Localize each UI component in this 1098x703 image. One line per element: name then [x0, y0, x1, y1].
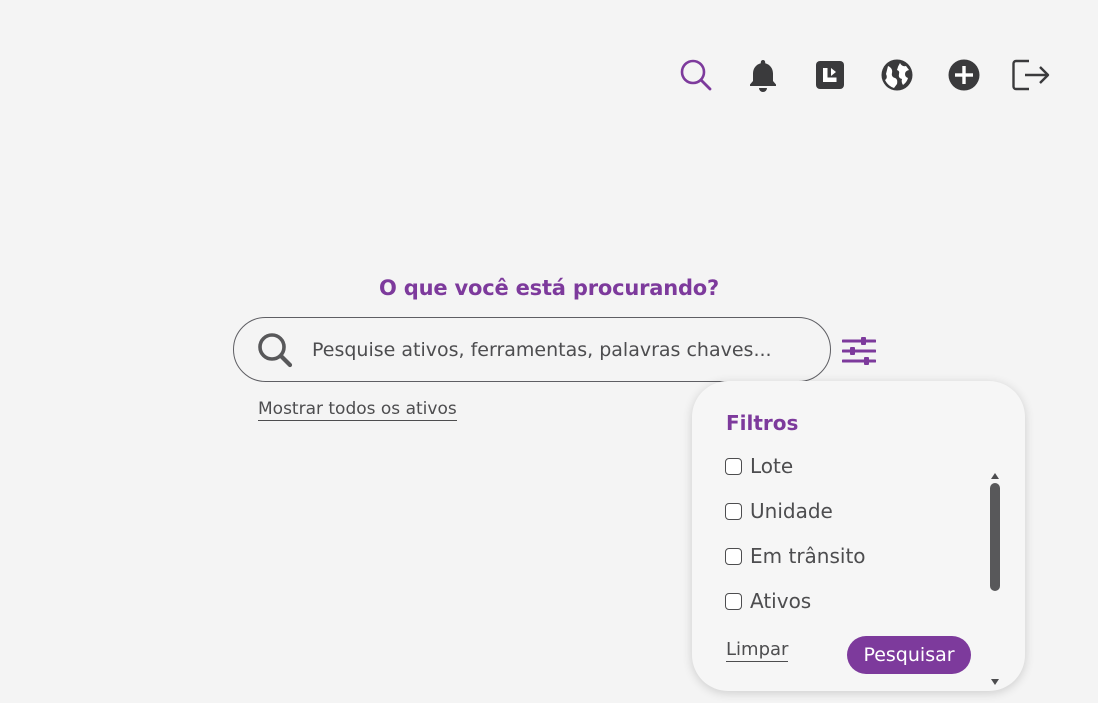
filters-panel: Filtros Lote Unidade Em trânsito Ativos … [692, 381, 1025, 691]
filter-option-lote[interactable]: Lote [725, 454, 793, 478]
checkbox[interactable] [725, 592, 742, 610]
scrollbar-thumb[interactable] [990, 483, 1000, 591]
page-heading: O que você está procurando? [378, 276, 719, 300]
search-icon [256, 331, 294, 369]
search-input[interactable] [310, 337, 794, 362]
filter-option-label: Lote [750, 454, 794, 478]
filter-option-label: Unidade [750, 499, 833, 523]
logout-icon[interactable] [1012, 56, 1050, 94]
search-icon[interactable] [677, 56, 715, 94]
checkbox[interactable] [725, 547, 742, 565]
bell-icon[interactable] [744, 56, 782, 94]
top-toolbar [677, 56, 1050, 94]
search-bar [233, 317, 831, 382]
plus-circle-icon[interactable] [945, 56, 983, 94]
dashboard-icon[interactable] [811, 56, 849, 94]
clear-filters-link[interactable]: Limpar [726, 639, 789, 662]
filter-option-ativos[interactable]: Ativos [725, 589, 811, 613]
filter-option-label: Ativos [750, 589, 812, 613]
scroll-up-arrow-icon[interactable] [990, 465, 1000, 479]
checkbox[interactable] [725, 457, 742, 475]
search-button[interactable]: Pesquisar [847, 636, 971, 674]
filter-option-label: Em trânsito [750, 544, 866, 568]
show-all-assets-link[interactable]: Mostrar todos os ativos [258, 399, 457, 421]
checkbox[interactable] [725, 502, 742, 520]
filters-title: Filtros [726, 411, 799, 435]
filter-sliders-icon[interactable] [841, 336, 877, 366]
globe-icon[interactable] [878, 56, 916, 94]
filter-option-em-transito[interactable]: Em trânsito [725, 544, 866, 568]
filter-option-unidade[interactable]: Unidade [725, 499, 833, 523]
scroll-down-arrow-icon[interactable] [990, 671, 1000, 685]
